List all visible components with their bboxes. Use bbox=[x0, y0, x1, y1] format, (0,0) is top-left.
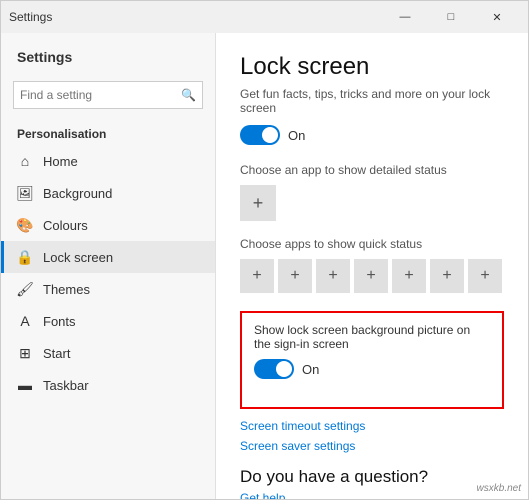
question-title: Do you have a question? bbox=[240, 467, 504, 487]
fun-facts-toggle[interactable] bbox=[240, 125, 280, 145]
sidebar-item-label-home: Home bbox=[43, 154, 78, 169]
lockscreen-icon: 🔒 bbox=[17, 249, 33, 265]
sidebar-item-label-themes: Themes bbox=[43, 282, 90, 297]
background-icon: 🖼 bbox=[17, 185, 33, 201]
titlebar-controls: — □ ✕ bbox=[382, 1, 520, 33]
highlight-box: Show lock screen background picture on t… bbox=[240, 311, 504, 409]
main-content: Lock screen Get fun facts, tips, tricks … bbox=[216, 33, 528, 499]
fun-facts-label: Get fun facts, tips, tricks and more on … bbox=[240, 87, 504, 115]
highlight-toggle-row: On bbox=[254, 359, 490, 379]
sidebar-item-fonts[interactable]: A Fonts bbox=[1, 305, 215, 337]
sidebar-item-home[interactable]: ⌂ Home bbox=[1, 145, 215, 177]
quick-status-btn-3[interactable]: + bbox=[354, 259, 388, 293]
sidebar-item-label-background: Background bbox=[43, 186, 112, 201]
themes-icon: 🖌 bbox=[17, 281, 33, 297]
titlebar: Settings — □ ✕ bbox=[1, 1, 528, 33]
sidebar-item-taskbar[interactable]: ▬ Taskbar bbox=[1, 369, 215, 401]
sidebar-item-themes[interactable]: 🖌 Themes bbox=[1, 273, 215, 305]
toggle-knob bbox=[262, 127, 278, 143]
quick-status-label: Choose apps to show quick status bbox=[240, 237, 504, 251]
quick-status-btn-0[interactable]: + bbox=[240, 259, 274, 293]
highlight-toggle[interactable] bbox=[254, 359, 294, 379]
screen-timeout-link[interactable]: Screen timeout settings bbox=[240, 419, 504, 433]
quick-status-btn-2[interactable]: + bbox=[316, 259, 350, 293]
sidebar-item-label-start: Start bbox=[43, 346, 70, 361]
search-box[interactable]: 🔍 bbox=[13, 81, 203, 109]
close-button[interactable]: ✕ bbox=[474, 1, 520, 33]
titlebar-title: Settings bbox=[9, 10, 52, 24]
search-input[interactable] bbox=[20, 88, 181, 102]
quick-status-btn-5[interactable]: + bbox=[430, 259, 464, 293]
settings-window: Settings — □ ✕ Settings 🔍 Personalisatio… bbox=[0, 0, 529, 500]
sidebar-item-label-taskbar: Taskbar bbox=[43, 378, 89, 393]
screen-saver-link[interactable]: Screen saver settings bbox=[240, 439, 504, 453]
minimize-button[interactable]: — bbox=[382, 1, 428, 33]
sidebar: Settings 🔍 Personalisation ⌂ Home 🖼 Back… bbox=[1, 33, 216, 499]
quick-status-row: +++++++ bbox=[240, 259, 504, 293]
page-title: Lock screen bbox=[240, 53, 504, 81]
fun-facts-toggle-row: On bbox=[240, 125, 504, 145]
sidebar-section-label: Personalisation bbox=[1, 117, 215, 145]
add-detailed-status-button[interactable]: + bbox=[240, 185, 276, 221]
sidebar-nav: ⌂ Home 🖼 Background 🎨 Colours 🔒 Lock scr… bbox=[1, 145, 215, 401]
highlight-label: Show lock screen background picture on t… bbox=[254, 323, 490, 351]
start-icon: ⊞ bbox=[17, 345, 33, 361]
sidebar-item-label-colours: Colours bbox=[43, 218, 88, 233]
detailed-status-label: Choose an app to show detailed status bbox=[240, 163, 504, 177]
fun-facts-toggle-label: On bbox=[288, 128, 305, 143]
sidebar-item-colours[interactable]: 🎨 Colours bbox=[1, 209, 215, 241]
get-help-link[interactable]: Get help bbox=[240, 491, 504, 499]
sidebar-app-title: Settings bbox=[17, 49, 199, 65]
fonts-icon: A bbox=[17, 313, 33, 329]
watermark: wsxkb.net bbox=[477, 483, 521, 494]
colours-icon: 🎨 bbox=[17, 217, 33, 233]
sidebar-header: Settings bbox=[1, 33, 215, 73]
sidebar-item-label-lockscreen: Lock screen bbox=[43, 250, 113, 265]
quick-status-btn-6[interactable]: + bbox=[468, 259, 502, 293]
quick-status-btn-4[interactable]: + bbox=[392, 259, 426, 293]
content-area: Settings 🔍 Personalisation ⌂ Home 🖼 Back… bbox=[1, 33, 528, 499]
highlight-toggle-label: On bbox=[302, 362, 319, 377]
sidebar-item-start[interactable]: ⊞ Start bbox=[1, 337, 215, 369]
search-icon: 🔍 bbox=[181, 88, 196, 102]
taskbar-icon: ▬ bbox=[17, 377, 33, 393]
quick-status-btn-1[interactable]: + bbox=[278, 259, 312, 293]
highlight-toggle-knob bbox=[276, 361, 292, 377]
maximize-button[interactable]: □ bbox=[428, 1, 474, 33]
sidebar-item-lockscreen[interactable]: 🔒 Lock screen bbox=[1, 241, 215, 273]
sidebar-item-label-fonts: Fonts bbox=[43, 314, 76, 329]
sidebar-item-background[interactable]: 🖼 Background bbox=[1, 177, 215, 209]
home-icon: ⌂ bbox=[17, 153, 33, 169]
